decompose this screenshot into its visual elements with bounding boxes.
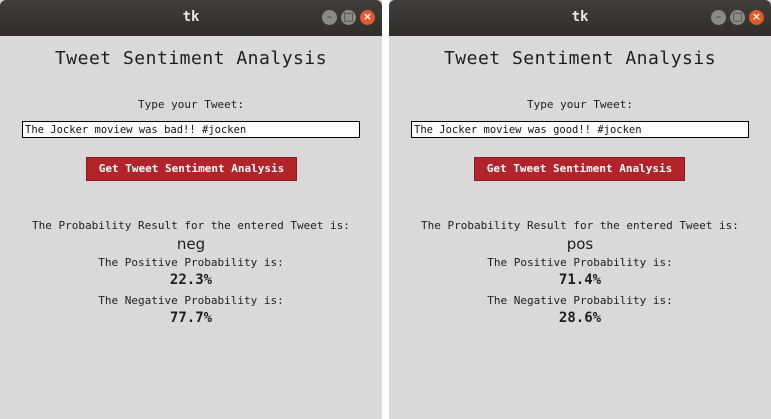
window-content: Tweet Sentiment Analysis Type your Tweet… bbox=[389, 36, 771, 419]
close-icon: × bbox=[751, 10, 762, 23]
window-content: Tweet Sentiment Analysis Type your Tweet… bbox=[0, 36, 382, 419]
maximize-button[interactable]: □ bbox=[730, 10, 745, 25]
result-label: The Probability Result for the entered T… bbox=[421, 219, 739, 232]
tweet-input[interactable] bbox=[411, 121, 749, 138]
minimize-icon: – bbox=[715, 10, 722, 23]
positive-probability-label: The Positive Probability is: bbox=[98, 256, 284, 269]
tweet-prompt-label: Type your Tweet: bbox=[527, 98, 633, 111]
negative-probability-value: 77.7% bbox=[169, 310, 213, 326]
tweet-input[interactable] bbox=[22, 121, 360, 138]
minimize-button[interactable]: – bbox=[711, 10, 726, 25]
negative-probability-value: 28.6% bbox=[558, 310, 602, 326]
get-sentiment-button[interactable]: Get Tweet Sentiment Analysis bbox=[86, 157, 297, 181]
negative-probability-label: The Negative Probability is: bbox=[487, 294, 673, 307]
title-bar[interactable]: tk – □ × bbox=[0, 0, 382, 36]
tweet-prompt-label: Type your Tweet: bbox=[138, 98, 244, 111]
tk-window-positive: tk – □ × Tweet Sentiment Analysis Type y… bbox=[389, 0, 771, 419]
tk-window-negative: tk – □ × Tweet Sentiment Analysis Type y… bbox=[0, 0, 382, 419]
app-heading: Tweet Sentiment Analysis bbox=[443, 48, 717, 69]
close-button[interactable]: × bbox=[360, 10, 375, 25]
result-label: The Probability Result for the entered T… bbox=[32, 219, 350, 232]
get-sentiment-button[interactable]: Get Tweet Sentiment Analysis bbox=[474, 157, 685, 181]
sentiment-result: neg bbox=[176, 235, 206, 253]
negative-probability-label: The Negative Probability is: bbox=[98, 294, 284, 307]
maximize-button[interactable]: □ bbox=[341, 10, 356, 25]
close-button[interactable]: × bbox=[749, 10, 764, 25]
positive-probability-label: The Positive Probability is: bbox=[487, 256, 673, 269]
title-bar[interactable]: tk – □ × bbox=[389, 0, 771, 36]
positive-probability-value: 22.3% bbox=[169, 272, 213, 288]
minimize-icon: – bbox=[326, 10, 333, 23]
minimize-button[interactable]: – bbox=[322, 10, 337, 25]
app-heading: Tweet Sentiment Analysis bbox=[54, 48, 328, 69]
positive-probability-value: 71.4% bbox=[558, 272, 602, 288]
maximize-icon: □ bbox=[732, 10, 743, 23]
maximize-icon: □ bbox=[343, 10, 354, 23]
close-icon: × bbox=[362, 10, 373, 23]
sentiment-result: pos bbox=[566, 235, 594, 253]
desktop: tk – □ × Tweet Sentiment Analysis Type y… bbox=[0, 0, 771, 419]
